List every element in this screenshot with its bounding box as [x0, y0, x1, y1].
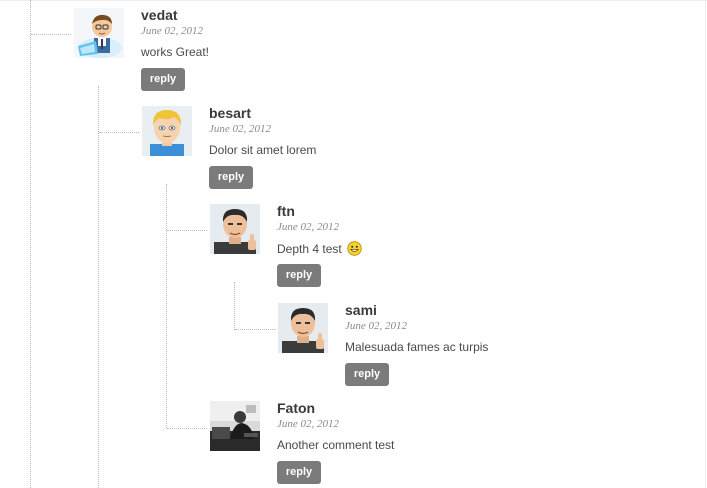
comment-author[interactable]: Faton [277, 400, 315, 416]
right-divider [705, 0, 706, 488]
cartoon-blond-man-avatar [142, 106, 192, 156]
reply-button[interactable]: reply [209, 166, 253, 189]
comment-text: Another comment test [277, 438, 395, 452]
top-divider [0, 0, 707, 1]
comment-date[interactable]: June 02, 2012 [277, 418, 339, 430]
avatar [74, 8, 124, 58]
comment-text-content: Depth 4 test [277, 242, 342, 256]
cartoon-man-laptop-avatar [74, 8, 124, 58]
cartoon-man-thumbs-up-avatar [278, 303, 328, 353]
avatar [142, 106, 192, 156]
photo-avatar [210, 401, 260, 451]
cartoon-man-thumbs-up-avatar [210, 204, 260, 254]
comment-date[interactable]: June 02, 2012 [277, 221, 339, 233]
reply-button[interactable]: reply [141, 68, 185, 91]
reply-button[interactable]: reply [345, 363, 389, 386]
thread-line-depth-1 [30, 0, 31, 488]
comment-text: Depth 4 test [277, 241, 362, 259]
thread-connector-sami [235, 329, 275, 330]
avatar [210, 204, 260, 254]
comment-text: works Great! [141, 45, 210, 59]
smiley-face-icon [347, 241, 362, 259]
comment-date[interactable]: June 02, 2012 [141, 25, 203, 37]
comment-author[interactable]: ftn [277, 203, 295, 219]
thread-connector-ftn [167, 230, 207, 231]
comment-author[interactable]: sami [345, 302, 377, 318]
reply-button[interactable]: reply [277, 461, 321, 484]
avatar [210, 401, 260, 451]
avatar [278, 303, 328, 353]
comment-author[interactable]: vedat [141, 7, 178, 23]
thread-connector-besart [99, 132, 139, 133]
thread-connector-vedat [31, 34, 71, 35]
thread-connector-faton [167, 428, 207, 429]
comment-text: Dolor sit amet lorem [209, 143, 317, 157]
comment-date[interactable]: June 02, 2012 [345, 320, 407, 332]
thread-line-depth-3 [166, 184, 167, 428]
comment-author[interactable]: besart [209, 105, 251, 121]
comment-text: Malesuada fames ac turpis [345, 340, 489, 354]
comment-date[interactable]: June 02, 2012 [209, 123, 271, 135]
reply-button[interactable]: reply [277, 264, 321, 287]
thread-line-depth-2 [98, 86, 99, 488]
thread-line-depth-4 [234, 282, 235, 330]
